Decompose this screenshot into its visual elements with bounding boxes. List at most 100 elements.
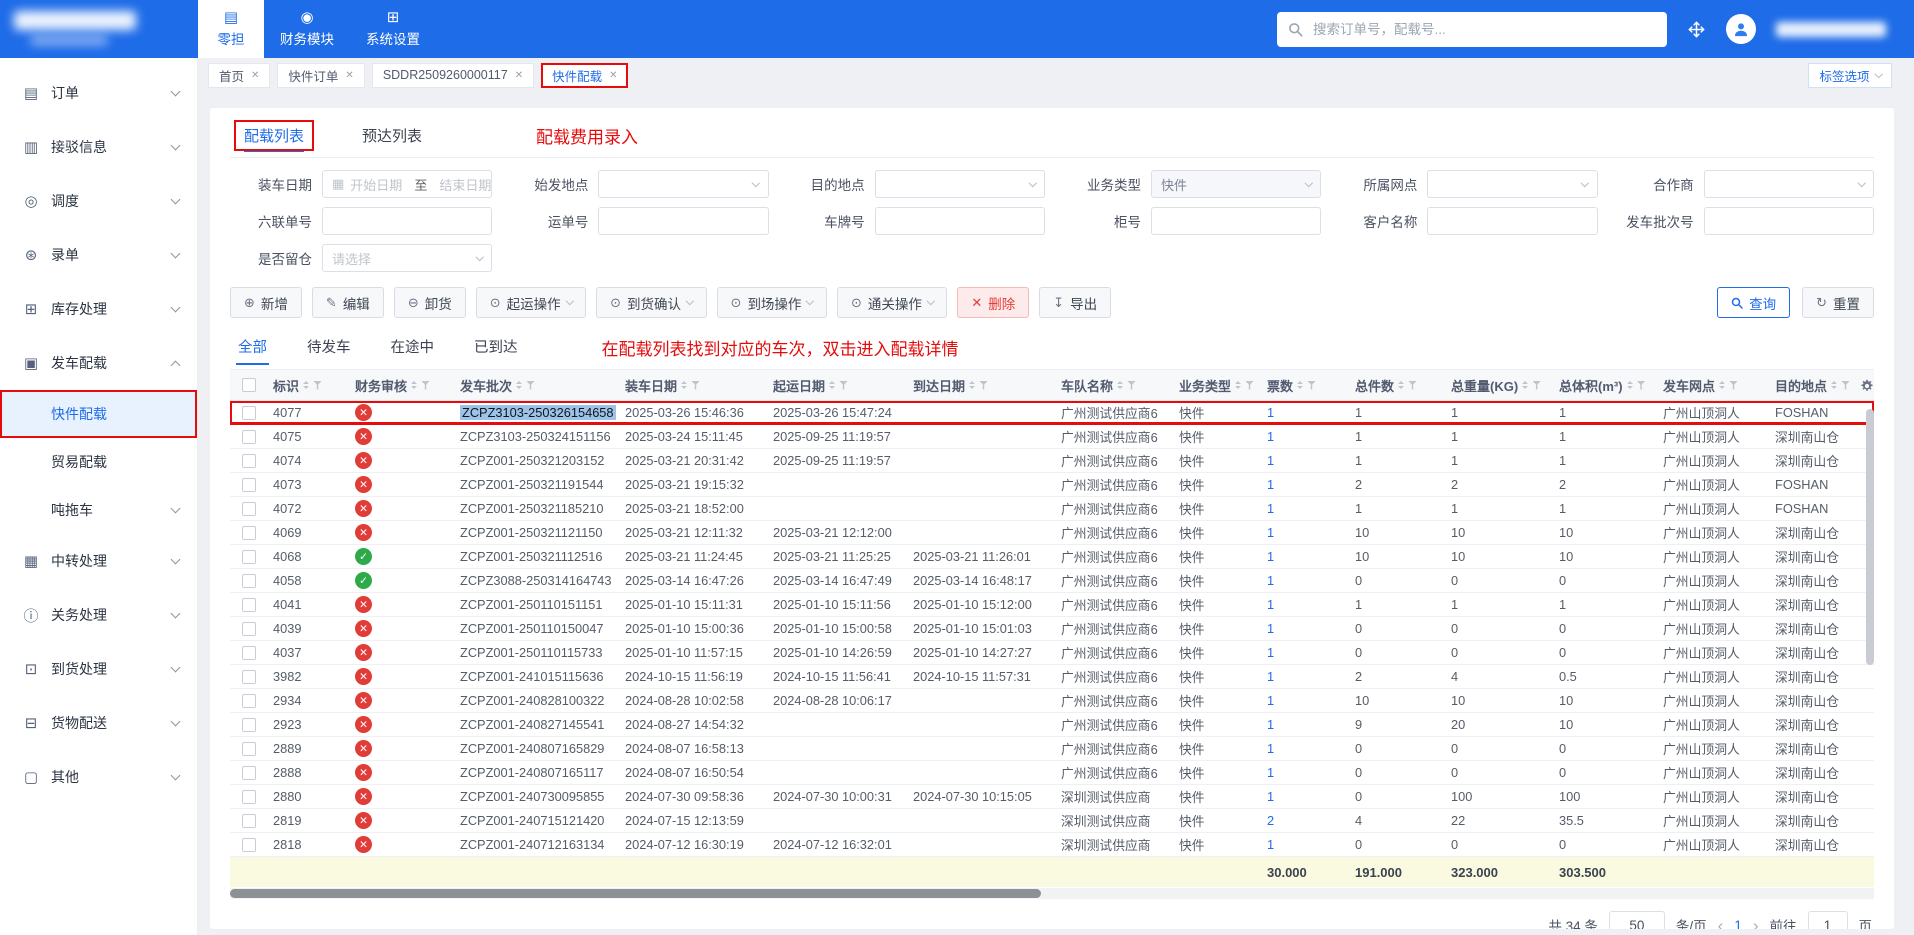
status-tab[interactable]: 全部 bbox=[236, 330, 269, 365]
tickets-link[interactable]: 1 bbox=[1261, 429, 1349, 444]
toolbar-button[interactable]: ✎ 编辑 bbox=[311, 287, 384, 318]
text-input[interactable] bbox=[1703, 207, 1874, 235]
toolbar-button[interactable]: ⊙ 到场操作 bbox=[716, 287, 827, 318]
sidebar-subitem[interactable]: 贸易配载 bbox=[0, 438, 197, 486]
text-input-field[interactable] bbox=[608, 213, 759, 229]
sort-icon[interactable] bbox=[829, 381, 836, 389]
daterange-input[interactable]: ▦ 开始日期至结束日期 bbox=[322, 170, 493, 198]
sort-icon[interactable] bbox=[1235, 381, 1242, 389]
row-checkbox[interactable] bbox=[241, 501, 256, 516]
goto-page-input[interactable]: 1 bbox=[1807, 911, 1848, 929]
row-checkbox[interactable] bbox=[241, 453, 256, 468]
sidebar-item[interactable]: ▥ 接驳信息 bbox=[0, 120, 197, 174]
table-row[interactable]: 4037 ✕ ZCPZ001-250110115733 2025-01-10 11:5… bbox=[230, 641, 1874, 665]
sort-icon[interactable] bbox=[1117, 381, 1124, 389]
move-icon[interactable] bbox=[1687, 20, 1706, 39]
tickets-link[interactable]: 1 bbox=[1261, 405, 1349, 420]
filter-funnel-icon[interactable] bbox=[979, 380, 989, 390]
toolbar-button[interactable]: ⊕ 新增 bbox=[230, 287, 302, 318]
select-all-checkbox[interactable] bbox=[241, 378, 256, 392]
table-row[interactable]: 2934 ✕ ZCPZ001-240828100322 2024-08-28 10:0… bbox=[230, 689, 1874, 713]
column-header[interactable]: 总件数 bbox=[1349, 376, 1445, 395]
table-row[interactable]: 4058 ✓ ZCPZ3088-250314164743 2025-03-14 16:… bbox=[230, 569, 1874, 593]
text-input-field[interactable] bbox=[1437, 213, 1588, 229]
sidebar-subitem[interactable]: 快件配载 bbox=[0, 390, 197, 438]
tickets-link[interactable]: 1 bbox=[1261, 549, 1349, 564]
tickets-link[interactable]: 1 bbox=[1261, 453, 1349, 468]
text-input-field[interactable] bbox=[1161, 213, 1312, 229]
tickets-link[interactable]: 1 bbox=[1261, 765, 1349, 780]
table-row[interactable]: 4074 ✕ ZCPZ001-250321203152 2025-03-21 20:3… bbox=[230, 449, 1874, 473]
toolbar-button[interactable]: ⊙ 到货确认 bbox=[596, 287, 707, 318]
column-header[interactable]: 装车日期 bbox=[619, 376, 767, 395]
row-checkbox[interactable] bbox=[241, 549, 256, 564]
column-header[interactable]: 目的地点 bbox=[1769, 376, 1874, 395]
filter-funnel-icon[interactable] bbox=[1408, 380, 1418, 390]
sort-icon[interactable] bbox=[1719, 381, 1726, 389]
select-input[interactable] bbox=[1427, 170, 1598, 198]
column-header[interactable]: 总重量(KG) bbox=[1445, 376, 1553, 395]
table-row[interactable]: 2880 ✕ ZCPZ001-240730095855 2024-07-30 09:5… bbox=[230, 785, 1874, 809]
table-row[interactable]: 2888 ✕ ZCPZ001-240807165117 2024-08-07 16:5… bbox=[230, 761, 1874, 785]
list-tab[interactable]: 预达列表 bbox=[352, 120, 432, 151]
tickets-link[interactable]: 1 bbox=[1261, 837, 1349, 852]
row-checkbox[interactable] bbox=[241, 429, 256, 444]
filter-funnel-icon[interactable] bbox=[691, 380, 701, 390]
tickets-link[interactable]: 1 bbox=[1261, 501, 1349, 516]
row-checkbox[interactable] bbox=[241, 525, 256, 540]
topnav-tab[interactable]: ⊞ 系统设置 bbox=[350, 0, 436, 58]
filter-funnel-icon[interactable] bbox=[313, 380, 323, 390]
text-input[interactable] bbox=[874, 207, 1045, 235]
row-checkbox[interactable] bbox=[241, 477, 256, 492]
next-page-icon[interactable]: › bbox=[1753, 917, 1759, 930]
row-checkbox[interactable] bbox=[241, 645, 256, 660]
tag-options-button[interactable]: 标签选项 bbox=[1808, 62, 1892, 88]
sidebar-subitem[interactable]: 吨拖车 bbox=[0, 486, 197, 534]
text-input-field[interactable] bbox=[332, 213, 483, 229]
close-icon[interactable]: ✕ bbox=[251, 70, 259, 81]
column-header[interactable]: 业务类型 bbox=[1173, 376, 1261, 395]
tickets-link[interactable]: 1 bbox=[1261, 717, 1349, 732]
close-icon[interactable]: ✕ bbox=[609, 70, 617, 81]
filter-funnel-icon[interactable] bbox=[1841, 380, 1851, 390]
sidebar-item[interactable]: ⊞ 库存处理 bbox=[0, 282, 197, 336]
avatar[interactable] bbox=[1726, 14, 1756, 44]
tickets-link[interactable]: 1 bbox=[1261, 789, 1349, 804]
toolbar-button[interactable]: ⊙ 起运操作 bbox=[475, 287, 587, 318]
column-header[interactable]: 总体积(m³) bbox=[1553, 376, 1657, 395]
sort-icon[interactable] bbox=[969, 381, 976, 389]
table-row[interactable]: 2889 ✕ ZCPZ001-240807165829 2024-08-07 16:5… bbox=[230, 737, 1874, 761]
filter-funnel-icon[interactable] bbox=[421, 380, 431, 390]
close-icon[interactable]: ✕ bbox=[345, 70, 353, 81]
row-checkbox[interactable] bbox=[241, 837, 256, 852]
tickets-link[interactable]: 1 bbox=[1261, 669, 1349, 684]
tickets-link[interactable]: 1 bbox=[1261, 597, 1349, 612]
status-tab[interactable]: 已到达 bbox=[472, 330, 520, 365]
filter-funnel-icon[interactable] bbox=[1245, 380, 1255, 390]
status-tab[interactable]: 在途中 bbox=[389, 330, 437, 365]
toolbar-button[interactable]: ↻ 重置 bbox=[1802, 287, 1874, 318]
row-checkbox[interactable] bbox=[241, 813, 256, 828]
text-input[interactable] bbox=[598, 207, 769, 235]
table-row[interactable]: 2818 ✕ ZCPZ001-240712163134 2024-07-12 16:3… bbox=[230, 833, 1874, 857]
sidebar-item[interactable]: ▦ 中转处理 bbox=[0, 534, 197, 588]
toolbar-button[interactable]: 查询 bbox=[1717, 287, 1791, 318]
column-header[interactable]: 财务审核 bbox=[349, 376, 454, 395]
row-checkbox[interactable] bbox=[241, 789, 256, 804]
tickets-link[interactable]: 1 bbox=[1261, 645, 1349, 660]
workspace-tab[interactable]: 快件配载 ✕ bbox=[541, 62, 629, 88]
workspace-tab[interactable]: 首页 ✕ bbox=[208, 62, 271, 88]
filter-funnel-icon[interactable] bbox=[1127, 380, 1137, 390]
column-header[interactable]: 起运日期 bbox=[767, 376, 907, 395]
toolbar-button[interactable]: ⊙ 通关操作 bbox=[836, 287, 948, 318]
text-input[interactable] bbox=[322, 207, 493, 235]
sidebar-item[interactable]: ⊡ 到货处理 bbox=[0, 642, 197, 696]
close-icon[interactable]: ✕ bbox=[515, 70, 523, 81]
table-row[interactable]: 4073 ✕ ZCPZ001-250321191544 2025-03-21 19:1… bbox=[230, 473, 1874, 497]
sort-icon[interactable] bbox=[1522, 381, 1529, 389]
vertical-scrollbar-thumb[interactable] bbox=[1866, 409, 1874, 665]
column-header[interactable]: 车队名称 bbox=[1055, 376, 1173, 395]
sort-icon[interactable] bbox=[1297, 381, 1304, 389]
tickets-link[interactable]: 1 bbox=[1261, 741, 1349, 756]
topnav-tab[interactable]: ◉ 财务模块 bbox=[264, 0, 350, 58]
